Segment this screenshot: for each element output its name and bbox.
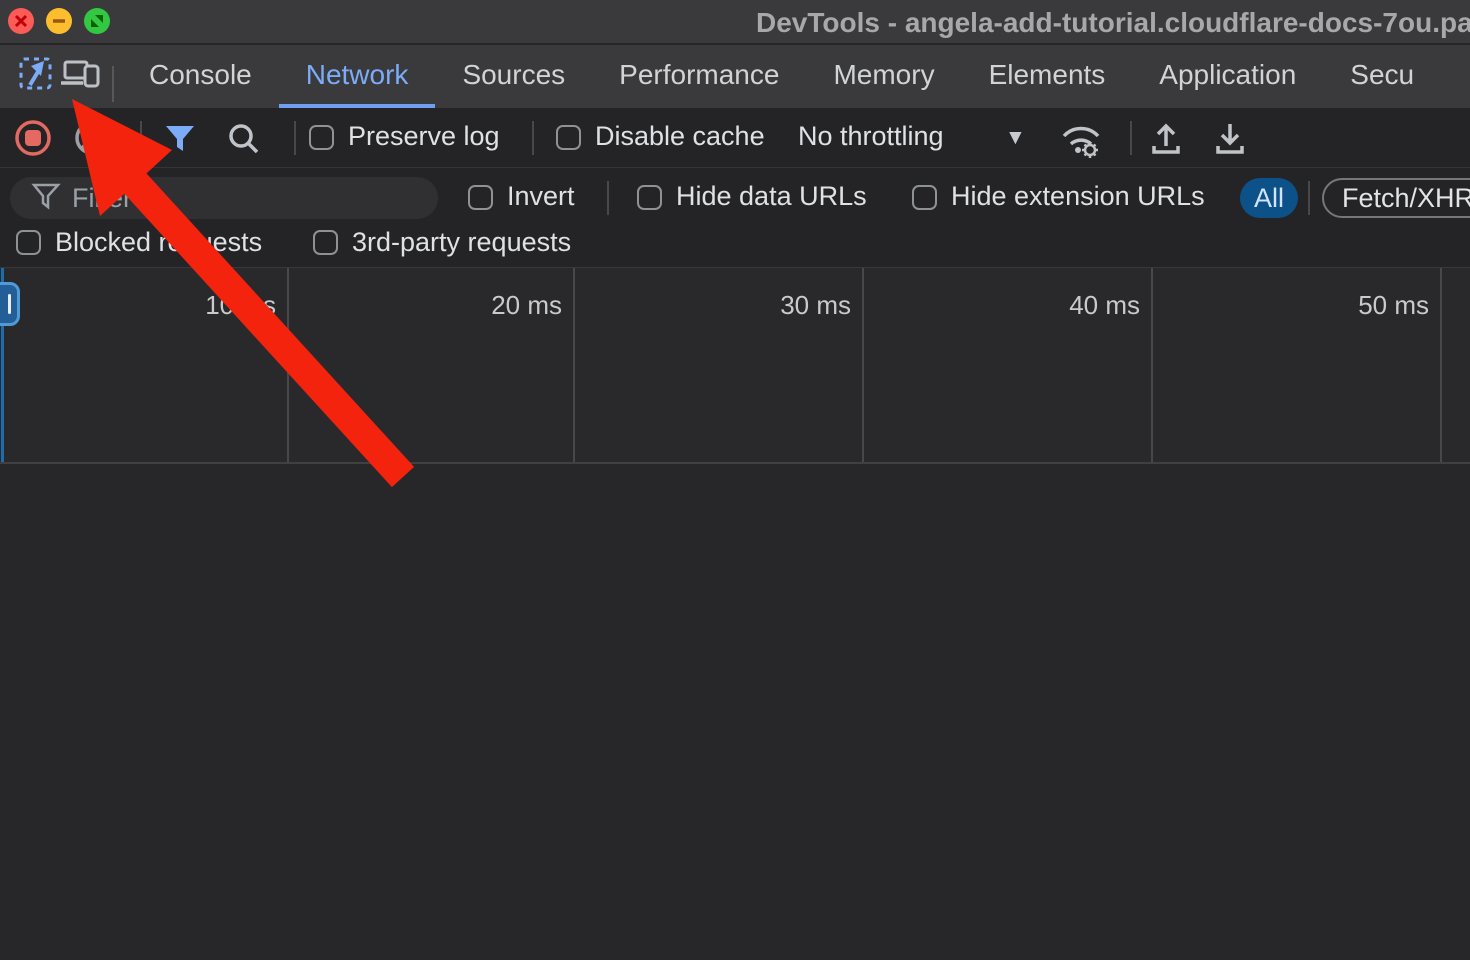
- clear-icon: [72, 145, 112, 162]
- tab-memory[interactable]: Memory: [806, 45, 961, 108]
- blocked-requests-checkbox[interactable]: [16, 230, 41, 255]
- disable-cache-checkbox[interactable]: [556, 125, 581, 150]
- filter-input[interactable]: [72, 183, 392, 214]
- overview-drag-handle[interactable]: [0, 282, 20, 326]
- tab-application[interactable]: Application: [1132, 45, 1323, 108]
- filter-type-fetch-xhr-button[interactable]: Fetch/XHR: [1322, 178, 1470, 218]
- toolbar-divider: [294, 121, 296, 155]
- stop-recording-icon: [13, 145, 53, 162]
- tab-security[interactable]: Secu: [1323, 45, 1441, 108]
- timeline-gridline: [862, 268, 864, 464]
- timeline-tick-40ms: 40 ms: [1000, 290, 1140, 321]
- wifi-gear-icon: [1058, 146, 1104, 163]
- timeline-gridline: [287, 268, 289, 464]
- timeline-tick-20ms: 20 ms: [422, 290, 562, 321]
- upload-icon: [1148, 143, 1184, 160]
- clear-network-log-button[interactable]: [72, 118, 112, 163]
- third-party-requests-checkbox[interactable]: [313, 230, 338, 255]
- hide-extension-urls-label[interactable]: Hide extension URLs: [951, 181, 1205, 212]
- import-har-button[interactable]: [1148, 120, 1184, 161]
- third-party-requests-label[interactable]: 3rd-party requests: [352, 227, 571, 258]
- network-overview-timeline[interactable]: 10 ms 20 ms 30 ms 40 ms 50 ms: [0, 268, 1470, 464]
- devtools-tabbar: Console Network Sources Performance Memo…: [0, 45, 1470, 108]
- toolbar-divider: [140, 121, 142, 155]
- funnel-outline-icon: [10, 180, 72, 217]
- export-har-button[interactable]: [1212, 120, 1248, 161]
- funnel-icon: [162, 144, 198, 161]
- window-title: DevTools - angela-add-tutorial.cloudflar…: [756, 7, 1470, 39]
- preserve-log-label[interactable]: Preserve log: [348, 121, 500, 152]
- search-icon: [226, 144, 262, 161]
- network-filter-row: Invert Hide data URLs Hide extension URL…: [0, 168, 1470, 228]
- hide-extension-urls-checkbox[interactable]: [912, 185, 937, 210]
- invert-checkbox[interactable]: [468, 185, 493, 210]
- network-request-list-empty: Recordi Perform a request: [0, 464, 1470, 960]
- inspect-cursor-icon: [17, 55, 55, 98]
- tab-sources[interactable]: Sources: [435, 45, 592, 108]
- filter-toggle-button[interactable]: [162, 121, 198, 162]
- search-button[interactable]: [226, 121, 262, 162]
- zoom-window-button[interactable]: [84, 8, 110, 34]
- preserve-log-checkbox[interactable]: [309, 125, 334, 150]
- filter-field[interactable]: [10, 177, 438, 219]
- inspect-element-button[interactable]: [14, 55, 58, 99]
- tab-performance[interactable]: Performance: [592, 45, 806, 108]
- toolbar-divider: [532, 121, 534, 155]
- tabbar-icon-group: [0, 45, 122, 108]
- request-filters-row: Blocked requests 3rd-party requests: [0, 228, 1470, 268]
- filter-type-all-button[interactable]: All: [1240, 178, 1298, 218]
- close-window-button[interactable]: [8, 8, 34, 34]
- chevron-down-icon[interactable]: ▼: [1005, 126, 1026, 150]
- blocked-requests-label[interactable]: Blocked requests: [55, 227, 262, 258]
- throttling-select[interactable]: No throttling: [798, 121, 944, 152]
- filter-row-divider: [607, 181, 609, 215]
- tab-elements[interactable]: Elements: [962, 45, 1133, 108]
- timeline-gridline: [1440, 268, 1442, 464]
- devtools-window: DevTools - angela-add-tutorial.cloudflar…: [0, 0, 1470, 960]
- timeline-gridline: [1151, 268, 1153, 464]
- minimize-window-button[interactable]: [46, 8, 72, 34]
- timeline-tick-10ms: 10 ms: [136, 290, 276, 321]
- network-conditions-button[interactable]: [1058, 119, 1104, 164]
- toolbar-divider: [1130, 121, 1132, 155]
- hide-data-urls-label[interactable]: Hide data URLs: [676, 181, 867, 212]
- timeline-tick-50ms: 50 ms: [1289, 290, 1429, 321]
- tab-console[interactable]: Console: [122, 45, 279, 108]
- record-network-log-button[interactable]: [13, 118, 53, 163]
- network-toolbar: Preserve log Disable cache No throttling…: [0, 108, 1470, 168]
- timeline-gridline: [573, 268, 575, 464]
- tabbar-divider: [112, 66, 114, 102]
- filter-row-divider: [1308, 181, 1310, 215]
- device-toolbar-icon: [59, 55, 101, 98]
- titlebar: DevTools - angela-add-tutorial.cloudflar…: [0, 0, 1470, 44]
- hide-data-urls-checkbox[interactable]: [637, 185, 662, 210]
- timeline-tick-30ms: 30 ms: [711, 290, 851, 321]
- invert-label[interactable]: Invert: [507, 181, 575, 212]
- disable-cache-label[interactable]: Disable cache: [595, 121, 765, 152]
- toggle-device-toolbar-button[interactable]: [58, 55, 102, 99]
- tab-network[interactable]: Network: [279, 45, 436, 108]
- download-icon: [1212, 143, 1248, 160]
